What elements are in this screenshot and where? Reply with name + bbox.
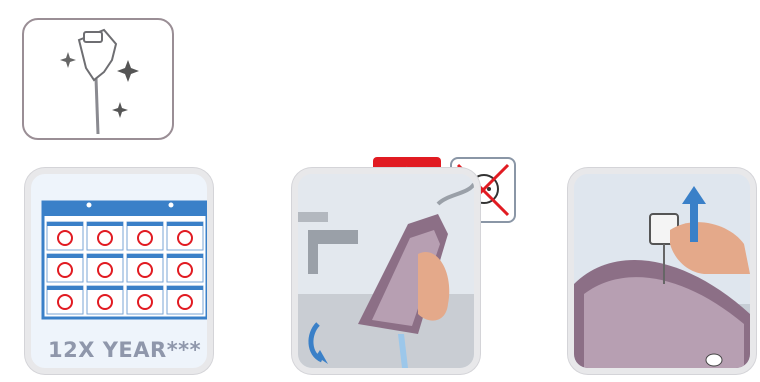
month-header <box>87 254 123 258</box>
pull-valve-tile <box>568 168 756 374</box>
month-header <box>127 254 163 258</box>
pull-out-valve-illustration <box>574 174 750 368</box>
calendar-tile: 12X YEAR*** <box>25 168 213 374</box>
anti-calc-valve-sparkle-icon <box>60 28 139 135</box>
iron-tilt-illustration <box>298 174 474 368</box>
frequency-caption: 12X YEAR*** <box>48 338 202 362</box>
iron-tilt-tile <box>292 168 480 374</box>
anti-calc-valve-icon-box <box>22 18 174 140</box>
month-header <box>87 222 123 226</box>
month-header <box>47 222 83 226</box>
month-header <box>127 222 163 226</box>
month-header <box>47 254 83 258</box>
month-header <box>167 254 203 258</box>
month-header <box>87 286 123 290</box>
month-header <box>167 286 203 290</box>
calendar-grid-icon <box>41 200 207 320</box>
month-header <box>127 286 163 290</box>
month-header <box>167 222 203 226</box>
month-header <box>47 286 83 290</box>
